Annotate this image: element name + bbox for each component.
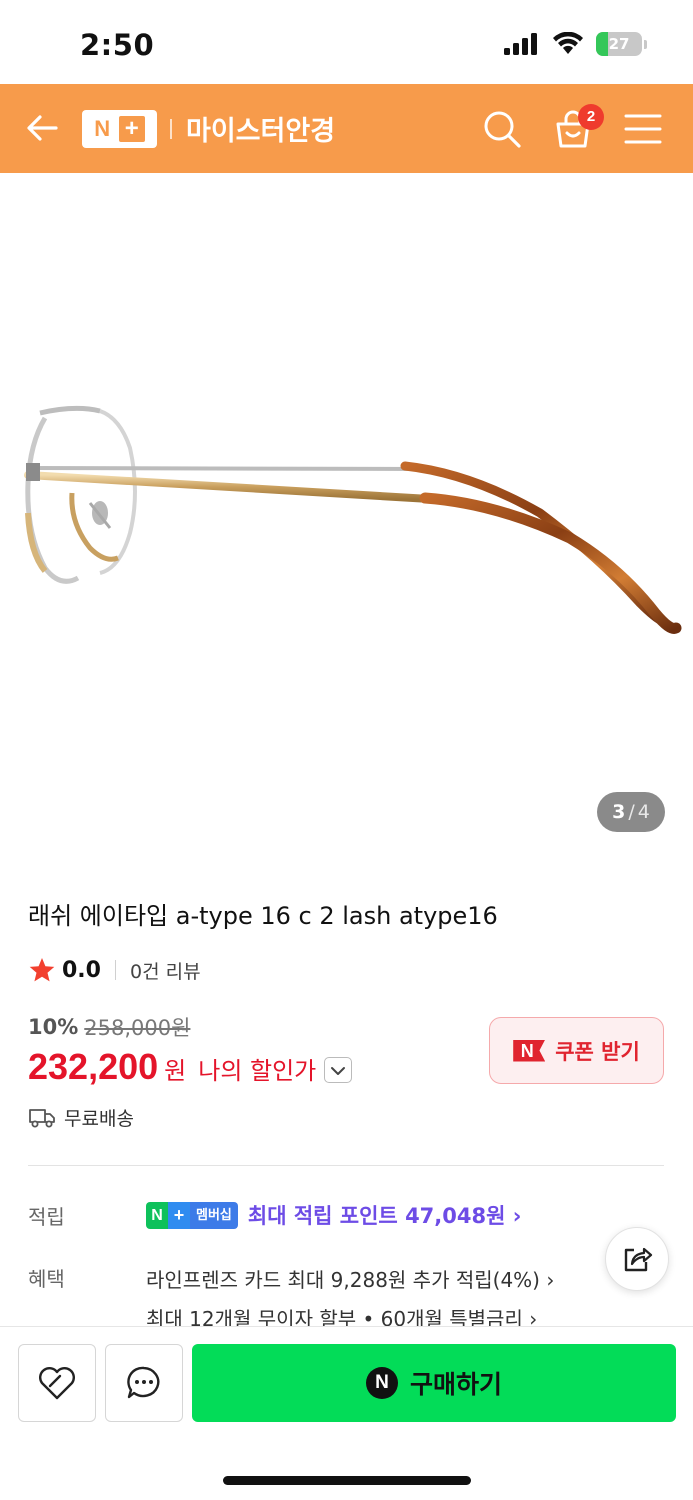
chat-bubble-icon — [127, 1366, 160, 1399]
header-divider — [170, 119, 172, 139]
battery-cap — [644, 39, 647, 49]
coupon-button-label: 쿠폰 받기 — [555, 1039, 640, 1064]
heart-icon — [39, 1367, 75, 1400]
logo-plus: + — [118, 116, 145, 142]
talk-talk-button[interactable] — [105, 1344, 183, 1422]
back-arrow-icon[interactable] — [22, 108, 62, 148]
my-discount-price-label[interactable]: 나의 할인가 — [198, 1051, 316, 1086]
wishlist-button[interactable] — [18, 1344, 96, 1422]
buy-now-label: 구매하기 — [409, 1370, 502, 1399]
battery-indicator: 27 — [596, 32, 642, 56]
card-benefit-link[interactable]: 라인프렌즈 카드 최대 9,288원 추가 적립(4%) › — [146, 1264, 554, 1293]
logo-n: N — [94, 116, 111, 141]
product-image-gallery[interactable] — [0, 173, 693, 853]
price-block: 10% 258,000원 232,200 원 나의 할인가 — [28, 1012, 353, 1088]
membership-badge-plus: + — [168, 1201, 190, 1229]
search-icon[interactable] — [481, 108, 523, 150]
my-discount-toggle-button[interactable] — [324, 1057, 353, 1083]
cellular-signal-icon — [504, 33, 537, 55]
original-price: 258,000원 — [84, 1016, 191, 1040]
rating-value: 0.0 — [62, 957, 101, 983]
shipping-info: 무료배송 — [28, 1104, 134, 1131]
status-bar: 2:50 27 — [0, 0, 693, 84]
buy-now-button[interactable]: N 구매하기 — [192, 1344, 676, 1422]
rating-divider — [114, 960, 116, 980]
max-points-link[interactable]: 최대 적립 포인트 47,048원 › — [248, 1200, 522, 1230]
membership-badge-label: 멤버십 — [190, 1201, 238, 1229]
review-count-link[interactable]: 0건 리뷰 — [130, 957, 201, 984]
section-divider — [28, 1165, 664, 1166]
membership-badge-n: N — [146, 1201, 168, 1229]
discount-rate: 10% — [28, 1015, 79, 1039]
coupon-naver-icon: N — [513, 1039, 546, 1062]
delivery-truck-icon — [29, 1108, 55, 1127]
points-row[interactable]: N + 멤버십 최대 적립 포인트 47,048원 › — [146, 1200, 521, 1230]
eyeglasses-product-photo — [24, 405, 682, 634]
naver-plus-store-logo[interactable]: N + — [82, 110, 157, 148]
image-total-count: 4 — [637, 801, 650, 823]
currency-unit: 원 — [164, 1057, 187, 1085]
shipping-label: 무료배송 — [64, 1108, 134, 1130]
final-price-row: 232,200 원 나의 할인가 — [28, 1046, 353, 1088]
store-name[interactable]: 마이스터안경 — [186, 109, 335, 148]
share-button[interactable] — [605, 1227, 669, 1291]
coupon-download-button[interactable]: N 쿠폰 받기 — [489, 1017, 664, 1084]
hamburger-menu-icon[interactable] — [624, 112, 662, 146]
home-indicator[interactable] — [223, 1476, 471, 1485]
bottom-action-bar: N 구매하기 — [0, 1326, 693, 1500]
star-icon — [29, 958, 55, 982]
store-header: N + 마이스터안경 2 — [0, 84, 693, 173]
naver-plus-membership-badge: N + 멤버십 — [146, 1201, 238, 1229]
points-label: 적립 — [28, 1205, 65, 1229]
image-current-index: 3 — [612, 801, 626, 823]
discount-row: 10% 258,000원 — [28, 1012, 352, 1042]
chevron-down-icon — [331, 1067, 346, 1075]
cart-count-badge: 2 — [578, 104, 604, 130]
rating-row[interactable]: 0.0 0건 리뷰 — [28, 955, 201, 985]
final-price: 232,200 — [28, 1046, 159, 1087]
product-title: 래쉬 에이타입 a-type 16 c 2 lash atype16 — [28, 902, 498, 930]
wifi-icon — [553, 32, 583, 54]
status-icons: 27 — [504, 32, 647, 56]
naver-pay-icon: N — [365, 1367, 398, 1399]
share-icon — [624, 1247, 653, 1272]
status-time: 2:50 — [80, 28, 155, 62]
benefits-label: 혜택 — [28, 1267, 65, 1291]
battery-level: 27 — [608, 35, 630, 53]
image-counter-separator: / — [628, 801, 635, 823]
image-page-counter: 3 / 4 — [597, 792, 665, 832]
